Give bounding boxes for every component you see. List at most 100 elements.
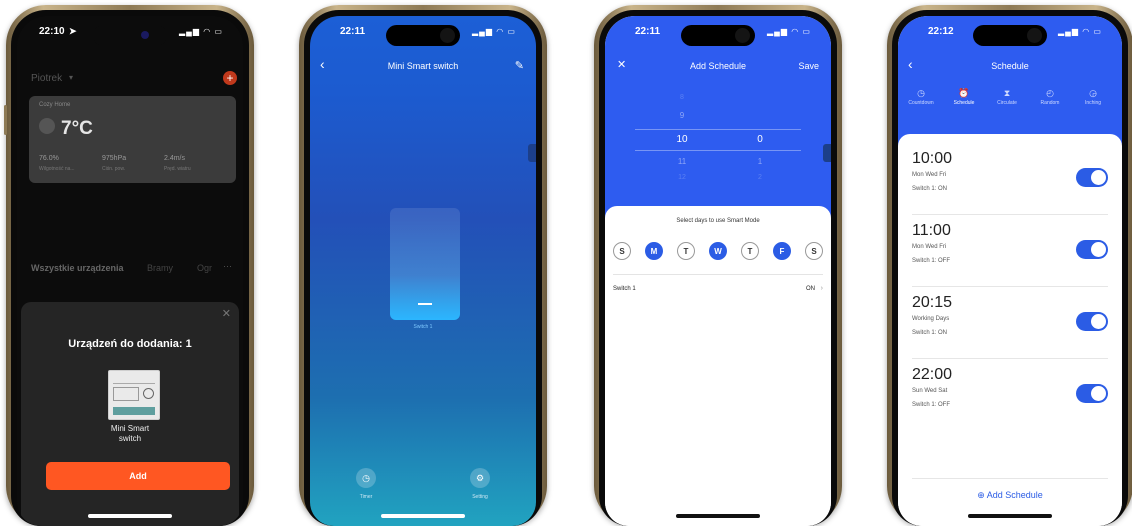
tab-all-devices[interactable]: Wszystkie urządzenia [31, 263, 124, 273]
hour-option[interactable]: 8 [667, 94, 697, 101]
day-monday[interactable]: M [645, 242, 663, 260]
tab-label: Inching [1084, 100, 1102, 106]
time-picker-area: 22:11 ▂▄▆ ◠ ▭ ✕ Add Schedule Save 8 9 10… [605, 16, 831, 226]
days-panel: Select days to use Smart Mode S M T W T … [605, 206, 831, 526]
days-prompt: Select days to use Smart Mode [676, 218, 760, 224]
home-indicator[interactable] [381, 514, 465, 518]
hour-selected[interactable]: 10 [667, 134, 697, 145]
home-indicator[interactable] [88, 514, 172, 518]
schedule-toggle[interactable] [1076, 240, 1108, 259]
clock-icon: ◷ [917, 88, 925, 98]
schedule-item[interactable]: 11:00 Mon Wed Fri Switch 1: OFF [912, 220, 1108, 287]
schedule-item[interactable]: 20:15 Working Days Switch 1: ON [912, 292, 1108, 359]
hour-option[interactable]: 12 [667, 174, 697, 181]
schedule-action: Switch 1: ON [912, 186, 948, 192]
pressure-value: 975hPa [102, 155, 127, 162]
edit-pencil-icon[interactable]: ✎ [515, 59, 524, 72]
add-button[interactable]: Add [46, 462, 230, 490]
chevron-down-icon[interactable]: ▾ [69, 73, 73, 82]
day-thursday[interactable]: T [741, 242, 759, 260]
page-title: Mini Smart switch [387, 61, 459, 71]
cloud-icon [39, 118, 55, 134]
plus-circle-icon: ⊕ [977, 490, 985, 500]
schedule-header: 22:12 ▂▄▆ ◠ ▭ ‹ Schedule ◷ Countdown ⏰ Sch… [898, 16, 1122, 146]
phone-4-screen: 22:12 ▂▄▆ ◠ ▭ ‹ Schedule ◷ Countdown ⏰ Sch… [898, 16, 1122, 526]
switch-1-label: Switch 1 [413, 324, 433, 330]
wind-value: 2.4m/s [164, 155, 186, 162]
status-icons: ▂▄▆ ◠ ▭ [179, 27, 223, 36]
setting-label: Setting [472, 494, 488, 500]
hour-option[interactable]: 9 [667, 111, 697, 120]
day-saturday[interactable]: S [805, 242, 823, 260]
device-thumbnail[interactable] [108, 370, 160, 420]
tab-countdown[interactable]: ◷ Countdown [900, 88, 942, 106]
divider [912, 478, 1108, 479]
setting-icon[interactable]: ⚙ [470, 468, 490, 488]
side-handle[interactable] [823, 144, 831, 162]
add-device-plus-icon[interactable]: + [223, 71, 237, 85]
divider [613, 274, 823, 275]
device-name-line-2: switch [118, 434, 142, 443]
switch-state-indicator [418, 303, 432, 305]
timer-icon: ◶ [1089, 88, 1097, 98]
tab-garden[interactable]: Ogr [197, 263, 212, 273]
more-icon[interactable]: ··· [223, 261, 232, 271]
add-schedule-label: Add Schedule [986, 490, 1043, 500]
switch-1-toggle-panel[interactable] [390, 208, 460, 320]
schedule-time: 20:15 [912, 294, 953, 311]
status-icons: ▂▄▆ ◠ ▭ [767, 27, 811, 36]
alarm-icon: ⏰ [958, 88, 970, 98]
schedule-action: Switch 1: OFF [912, 258, 951, 264]
tab-inching[interactable]: ◶ Inching [1072, 88, 1114, 106]
tab-circulate[interactable]: ⧗ Circulate [986, 88, 1028, 106]
volume-button [4, 105, 7, 135]
day-tuesday[interactable]: T [677, 242, 695, 260]
phone-3-bezel: 22:11 ▂▄▆ ◠ ▭ ✕ Add Schedule Save 8 9 10… [599, 10, 837, 526]
schedule-toggle[interactable] [1076, 384, 1108, 403]
dynamic-island [93, 25, 167, 46]
status-time: 22:12 [928, 26, 954, 37]
schedule-time: 10:00 [912, 150, 953, 167]
page-title: Schedule [991, 61, 1029, 71]
phone-2-bezel: 22:11 ▂▄▆ ◠ ▭ ‹ Mini Smart switch ✎ Swit… [304, 10, 542, 526]
side-handle[interactable] [528, 144, 536, 162]
status-icons: ▂▄▆ ◠ ▭ [472, 27, 516, 36]
day-sunday[interactable]: S [613, 242, 631, 260]
phone-1-bezel: 22:10 ➤ ▂▄▆ ◠ ▭ Piotrek ▾ + Cozy Home 7°… [11, 10, 249, 526]
timer-icon[interactable]: ◷ [356, 468, 376, 488]
chevron-right-icon: › [820, 285, 823, 292]
schedule-action: Switch 1: ON [912, 330, 948, 336]
device-name: Mini Smart switch [21, 424, 239, 444]
close-icon[interactable]: ✕ [222, 307, 231, 320]
switch-row-value: ON [806, 286, 815, 292]
account-name[interactable]: Piotrek [31, 73, 62, 84]
hour-option[interactable]: 11 [667, 157, 697, 166]
timer-label: Timer [359, 494, 373, 500]
tab-random[interactable]: ◴ Random [1029, 88, 1071, 106]
phone-3-frame: 22:11 ▂▄▆ ◠ ▭ ✕ Add Schedule Save 8 9 10… [594, 5, 842, 526]
schedule-toggle[interactable] [1076, 168, 1108, 187]
minute-option[interactable]: 1 [745, 157, 775, 166]
schedule-item[interactable]: 22:00 Sun Wed Sat Switch 1: OFF [912, 364, 1108, 430]
add-schedule-button[interactable]: ⊕ Add Schedule [898, 490, 1122, 501]
tab-schedule[interactable]: ⏰ Schedule [943, 88, 985, 106]
sheet-title: Urządzeń do dodania: 1 [68, 338, 192, 350]
weather-place: Cozy Home [39, 102, 71, 108]
schedule-action: Switch 1: OFF [912, 402, 951, 408]
day-friday[interactable]: F [773, 242, 791, 260]
phone-4-frame: 22:12 ▂▄▆ ◠ ▭ ‹ Schedule ◷ Countdown ⏰ Sch… [887, 5, 1132, 526]
pressure-label: Ciśn. pow. [102, 166, 126, 172]
minute-selected[interactable]: 0 [745, 134, 775, 145]
minute-option[interactable]: 2 [745, 174, 775, 181]
switch-1-row[interactable]: Switch 1 ON › [613, 285, 823, 300]
home-indicator[interactable] [676, 514, 760, 518]
weather-card[interactable]: Cozy Home 7°C 76.0% Wilgotność na... 975… [29, 96, 236, 183]
save-button[interactable]: Save [798, 61, 819, 71]
home-indicator[interactable] [968, 514, 1052, 518]
devices-to-add-sheet: ✕ Urządzeń do dodania: 1 Mini Smart swit… [21, 302, 239, 526]
schedule-item[interactable]: 10:00 Mon Wed Fri Switch 1: ON [912, 148, 1108, 215]
tab-gateways[interactable]: Bramy [147, 263, 173, 273]
schedule-toggle[interactable] [1076, 312, 1108, 331]
day-wednesday[interactable]: W [709, 242, 727, 260]
page-title: Add Schedule [689, 61, 747, 71]
